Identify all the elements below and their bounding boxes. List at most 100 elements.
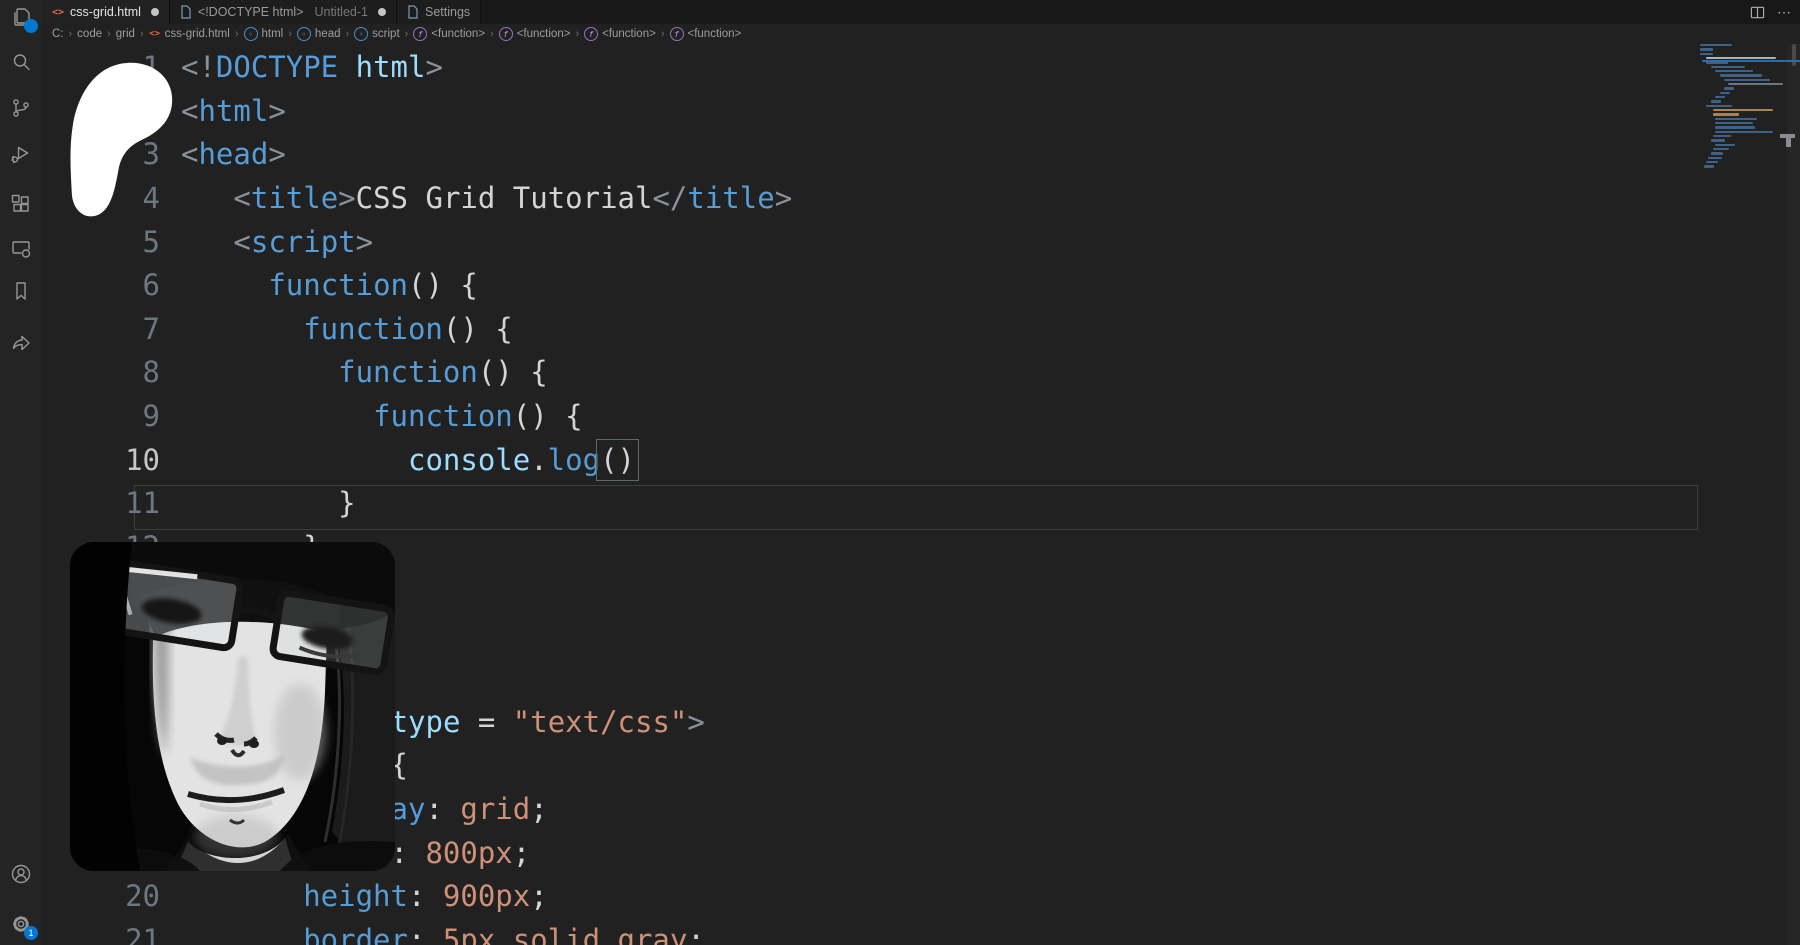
minimap-row: [1713, 113, 1739, 115]
breadcrumb: C:› code› grid› <>css-grid.html› ◦html› …: [42, 24, 1800, 44]
minimap-row: [1711, 152, 1723, 154]
code-line[interactable]: 11 }: [42, 482, 792, 526]
breadcrumb-function-2[interactable]: f<function>: [499, 27, 571, 41]
minimap-row: [1715, 131, 1773, 133]
minimap-row: [1715, 122, 1753, 124]
breadcrumb-function-1[interactable]: f<function>: [413, 27, 485, 41]
line-number[interactable]: 8: [42, 351, 168, 395]
minimap-row: [1706, 161, 1718, 163]
minimap-row: [1715, 70, 1753, 72]
breadcrumb-separator: ›: [69, 28, 73, 40]
minimap-row: [1715, 96, 1725, 98]
line-number[interactable]: 21: [42, 919, 168, 945]
line-number[interactable]: 9: [42, 395, 168, 439]
breadcrumb-separator: ›: [405, 28, 409, 40]
symbol-function-icon: f: [413, 27, 427, 41]
breadcrumb-separator: ›: [235, 28, 239, 40]
tab-bar: <> css-grid.html <!DOCTYPE html> Untitle…: [42, 0, 1800, 24]
breadcrumb-code[interactable]: code: [77, 28, 102, 40]
minimap-row: [1715, 118, 1757, 120]
html-file-icon: <>: [149, 28, 161, 40]
breadcrumb-separator: ›: [288, 28, 292, 40]
minimap-row: [1713, 148, 1729, 150]
code-line[interactable]: 21 border: 5px solid gray;: [42, 919, 792, 945]
file-icon: [407, 5, 419, 19]
minimap-row: [1720, 92, 1730, 94]
minimap-row: [1711, 66, 1745, 68]
live-share-icon[interactable]: [9, 332, 33, 356]
minimap-row: [1700, 53, 1713, 55]
code-line[interactable]: 5 <script>: [42, 221, 792, 265]
code-line[interactable]: 8 function() {: [42, 351, 792, 395]
more-actions-icon[interactable]: ⋯: [1777, 7, 1792, 17]
breadcrumb-html[interactable]: ◦html: [244, 27, 284, 41]
minimap-row: [1720, 74, 1762, 76]
settings-gear-icon[interactable]: 1: [9, 912, 33, 936]
line-number[interactable]: 6: [42, 264, 168, 308]
minimap-row: [1706, 105, 1732, 107]
settings-badge: 1: [24, 926, 38, 940]
tab-settings[interactable]: Settings: [397, 0, 481, 24]
live-preview-icon[interactable]: [9, 237, 33, 261]
minimap-row: [1700, 48, 1713, 50]
breadcrumb-separator: ›: [575, 28, 579, 40]
minimap[interactable]: [1700, 44, 1788, 264]
line-number[interactable]: 20: [42, 875, 168, 919]
symbol-function-icon: f: [584, 27, 598, 41]
symbol-function-icon: f: [499, 27, 513, 41]
line-number[interactable]: 10: [42, 439, 168, 483]
breadcrumb-function-3[interactable]: f<function>: [584, 27, 656, 41]
webcam-overlay: [70, 542, 395, 871]
minimap-row: [1724, 79, 1770, 81]
minimap-row: [1728, 83, 1783, 85]
line-number[interactable]: 7: [42, 308, 168, 352]
breadcrumb-separator: ›: [661, 28, 665, 40]
code-line[interactable]: 9 function() {: [42, 395, 792, 439]
breadcrumb-separator: ›: [140, 28, 144, 40]
minimap-row: [1711, 139, 1725, 141]
breadcrumb-separator: ›: [107, 28, 111, 40]
minimap-row: [1715, 144, 1735, 146]
breadcrumb-separator: ›: [346, 28, 350, 40]
minimap-row: [1713, 135, 1731, 137]
white-blob-overlay: [64, 60, 182, 224]
code-line[interactable]: 10 console.log(): [42, 439, 792, 483]
breadcrumb-function-4[interactable]: f<function>: [670, 27, 742, 41]
split-editor-icon[interactable]: [1750, 5, 1765, 20]
minimap-row: [1704, 165, 1714, 167]
tab-sublabel: Untitled-1: [314, 5, 368, 19]
line-number[interactable]: 11: [42, 482, 168, 526]
modified-dot-icon[interactable]: [151, 8, 159, 16]
scrollbar-thumb[interactable]: [1792, 44, 1796, 66]
tab-untitled[interactable]: <!DOCTYPE html> Untitled-1: [170, 0, 397, 24]
tab-css-grid[interactable]: <> css-grid.html: [42, 0, 170, 24]
code-line[interactable]: 20 height: 900px;: [42, 875, 792, 919]
explorer-icon[interactable]: [9, 5, 33, 29]
tab-label: css-grid.html: [70, 5, 141, 19]
breadcrumb-drive[interactable]: C:: [52, 28, 64, 40]
bookmarks-icon[interactable]: [9, 279, 33, 303]
html-file-icon: <>: [52, 7, 64, 18]
code-line[interactable]: 7 function() {: [42, 308, 792, 352]
symbol-element-icon: ◦: [244, 27, 258, 41]
run-debug-icon[interactable]: [9, 142, 33, 166]
scrollbar[interactable]: [1787, 44, 1800, 945]
tab-label: Settings: [425, 5, 470, 19]
presenter-portrait: [70, 542, 395, 871]
breadcrumb-grid[interactable]: grid: [116, 28, 135, 40]
activity-bar: 1: [0, 0, 42, 945]
file-icon: [180, 5, 192, 19]
account-icon[interactable]: [9, 862, 33, 886]
minimap-row: [1711, 100, 1721, 102]
search-icon[interactable]: [9, 50, 33, 74]
minimap-row: [1724, 87, 1734, 89]
breadcrumb-file[interactable]: <>css-grid.html: [149, 28, 230, 40]
breadcrumb-head[interactable]: ◦head: [297, 27, 341, 41]
modified-dot-icon[interactable]: [378, 8, 386, 16]
symbol-element-icon: ◦: [354, 27, 368, 41]
extensions-icon[interactable]: [9, 192, 33, 216]
source-control-icon[interactable]: [9, 96, 33, 120]
code-line[interactable]: 6 function() {: [42, 264, 792, 308]
breadcrumb-script[interactable]: ◦script: [354, 27, 399, 41]
line-number[interactable]: 5: [42, 221, 168, 265]
